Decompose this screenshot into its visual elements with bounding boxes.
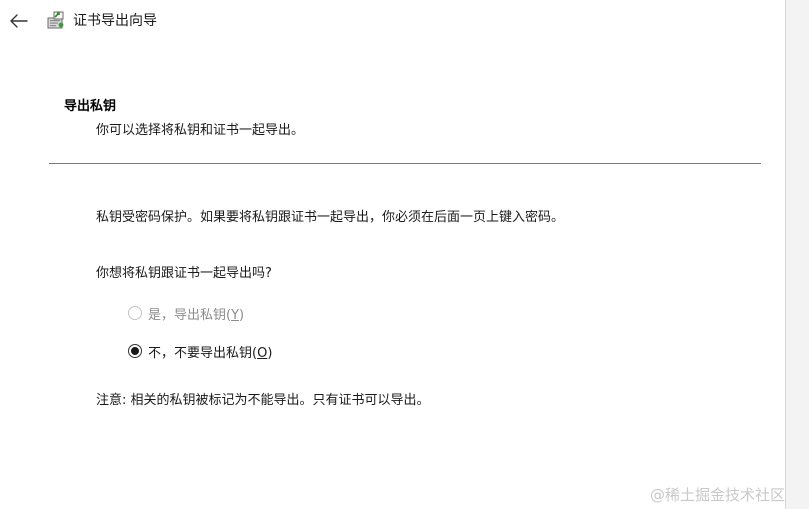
watermark: @稀土掘金技术社区 [650,486,786,504]
certificate-export-icon [47,11,64,29]
radio-button-no[interactable] [128,344,142,358]
header-divider [49,163,761,164]
title-bar: 证书导出向导 [0,0,785,44]
back-button[interactable] [6,8,32,34]
radio-option-yes-export[interactable]: 是，导出私钥(Y) [128,303,244,323]
export-private-key-question: 你想将私钥跟证书一起导出吗? [96,266,272,281]
radio-option-no-export[interactable]: 不，不要导出私钥(O) [128,341,272,361]
arrow-left-icon [10,14,28,28]
radio-selected-dot [131,347,139,355]
window-title: 证书导出向导 [73,13,157,29]
section-description: 你可以选择将私钥和证书一起导出。 [96,123,305,138]
radio-label-yes: 是，导出私钥(Y) [148,307,245,323]
section-title: 导出私钥 [64,99,117,114]
radio-button-yes[interactable] [128,306,142,320]
non-exportable-note: 注意: 相关的私钥被标记为不能导出。只有证书可以导出。 [96,393,430,408]
password-info-text: 私钥受密码保护。如果要将私钥跟证书一起导出，你必须在后面一页上键入密码。 [96,210,565,225]
window-right-edge [785,0,809,509]
radio-label-no: 不，不要导出私钥(O) [148,345,273,361]
certificate-export-wizard-window: 证书导出向导 导出私钥 你可以选择将私钥和证书一起导出。 私钥受密码保护。如果要… [0,0,809,509]
